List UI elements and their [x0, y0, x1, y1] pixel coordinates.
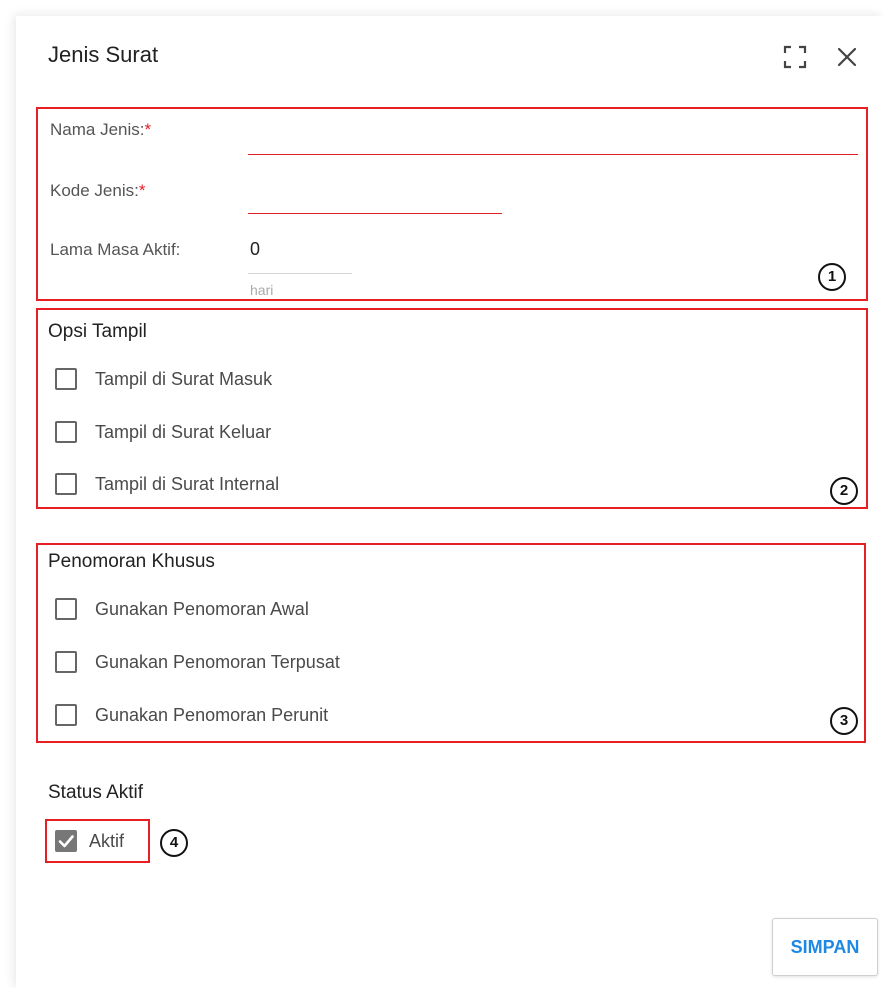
save-button[interactable]: SIMPAN [772, 918, 878, 976]
status-aktif-title: Status Aktif [48, 782, 144, 803]
close-icon[interactable] [834, 44, 860, 70]
checkbox[interactable] [55, 704, 77, 726]
checkbox[interactable] [55, 473, 77, 495]
option-penomoran-perunit[interactable]: Gunakan Penomoran Perunit [55, 702, 328, 728]
annotation-box-1 [36, 107, 868, 301]
option-surat-keluar[interactable]: Tampil di Surat Keluar [55, 419, 271, 445]
required-mark: * [138, 181, 146, 200]
option-label: Tampil di Surat Internal [95, 473, 280, 494]
option-label: Aktif [89, 830, 125, 851]
nama-jenis-label: Nama Jenis:* [50, 120, 151, 140]
fullscreen-icon[interactable] [782, 44, 808, 70]
option-label: Gunakan Penomoran Awal [95, 598, 309, 619]
lama-masa-aktif-underline [248, 273, 352, 274]
checkbox[interactable] [55, 598, 77, 620]
option-aktif[interactable]: Aktif [55, 828, 124, 854]
penomoran-khusus-title: Penomoran Khusus [48, 551, 215, 572]
option-label: Tampil di Surat Masuk [95, 368, 273, 389]
lama-masa-aktif-input[interactable]: 0 [250, 239, 260, 260]
annotation-marker-4: 4 [160, 829, 188, 857]
opsi-tampil-title: Opsi Tampil [48, 321, 147, 342]
kode-jenis-input[interactable] [248, 213, 502, 214]
lama-masa-aktif-unit: hari [250, 282, 274, 298]
option-surat-internal[interactable]: Tampil di Surat Internal [55, 471, 279, 497]
dialog-title: Jenis Surat [48, 42, 159, 67]
annotation-marker-3: 3 [830, 707, 858, 735]
option-penomoran-terpusat[interactable]: Gunakan Penomoran Terpusat [55, 649, 340, 675]
annotation-marker-1: 1 [818, 263, 846, 291]
checkbox[interactable] [55, 421, 77, 443]
option-label: Tampil di Surat Keluar [95, 421, 272, 442]
page: Jenis Surat 1 Nama Jenis:* Kode Jenis:* … [0, 0, 882, 988]
lama-masa-aktif-label: Lama Masa Aktif: [50, 240, 181, 259]
option-label: Gunakan Penomoran Perunit [95, 704, 329, 725]
nama-jenis-input[interactable] [248, 154, 858, 155]
option-penomoran-awal[interactable]: Gunakan Penomoran Awal [55, 596, 309, 622]
kode-jenis-label-text: Kode Jenis: [50, 181, 139, 200]
nama-jenis-label-text: Nama Jenis: [50, 120, 145, 139]
option-surat-masuk[interactable]: Tampil di Surat Masuk [55, 366, 272, 392]
kode-jenis-label: Kode Jenis:* [50, 181, 145, 201]
annotation-marker-2: 2 [830, 477, 858, 505]
checkbox-checked[interactable] [55, 830, 77, 852]
checkbox[interactable] [55, 651, 77, 673]
required-mark: * [144, 120, 152, 139]
checkmark-icon [58, 835, 74, 848]
option-label: Gunakan Penomoran Terpusat [95, 651, 340, 672]
checkbox[interactable] [55, 368, 77, 390]
